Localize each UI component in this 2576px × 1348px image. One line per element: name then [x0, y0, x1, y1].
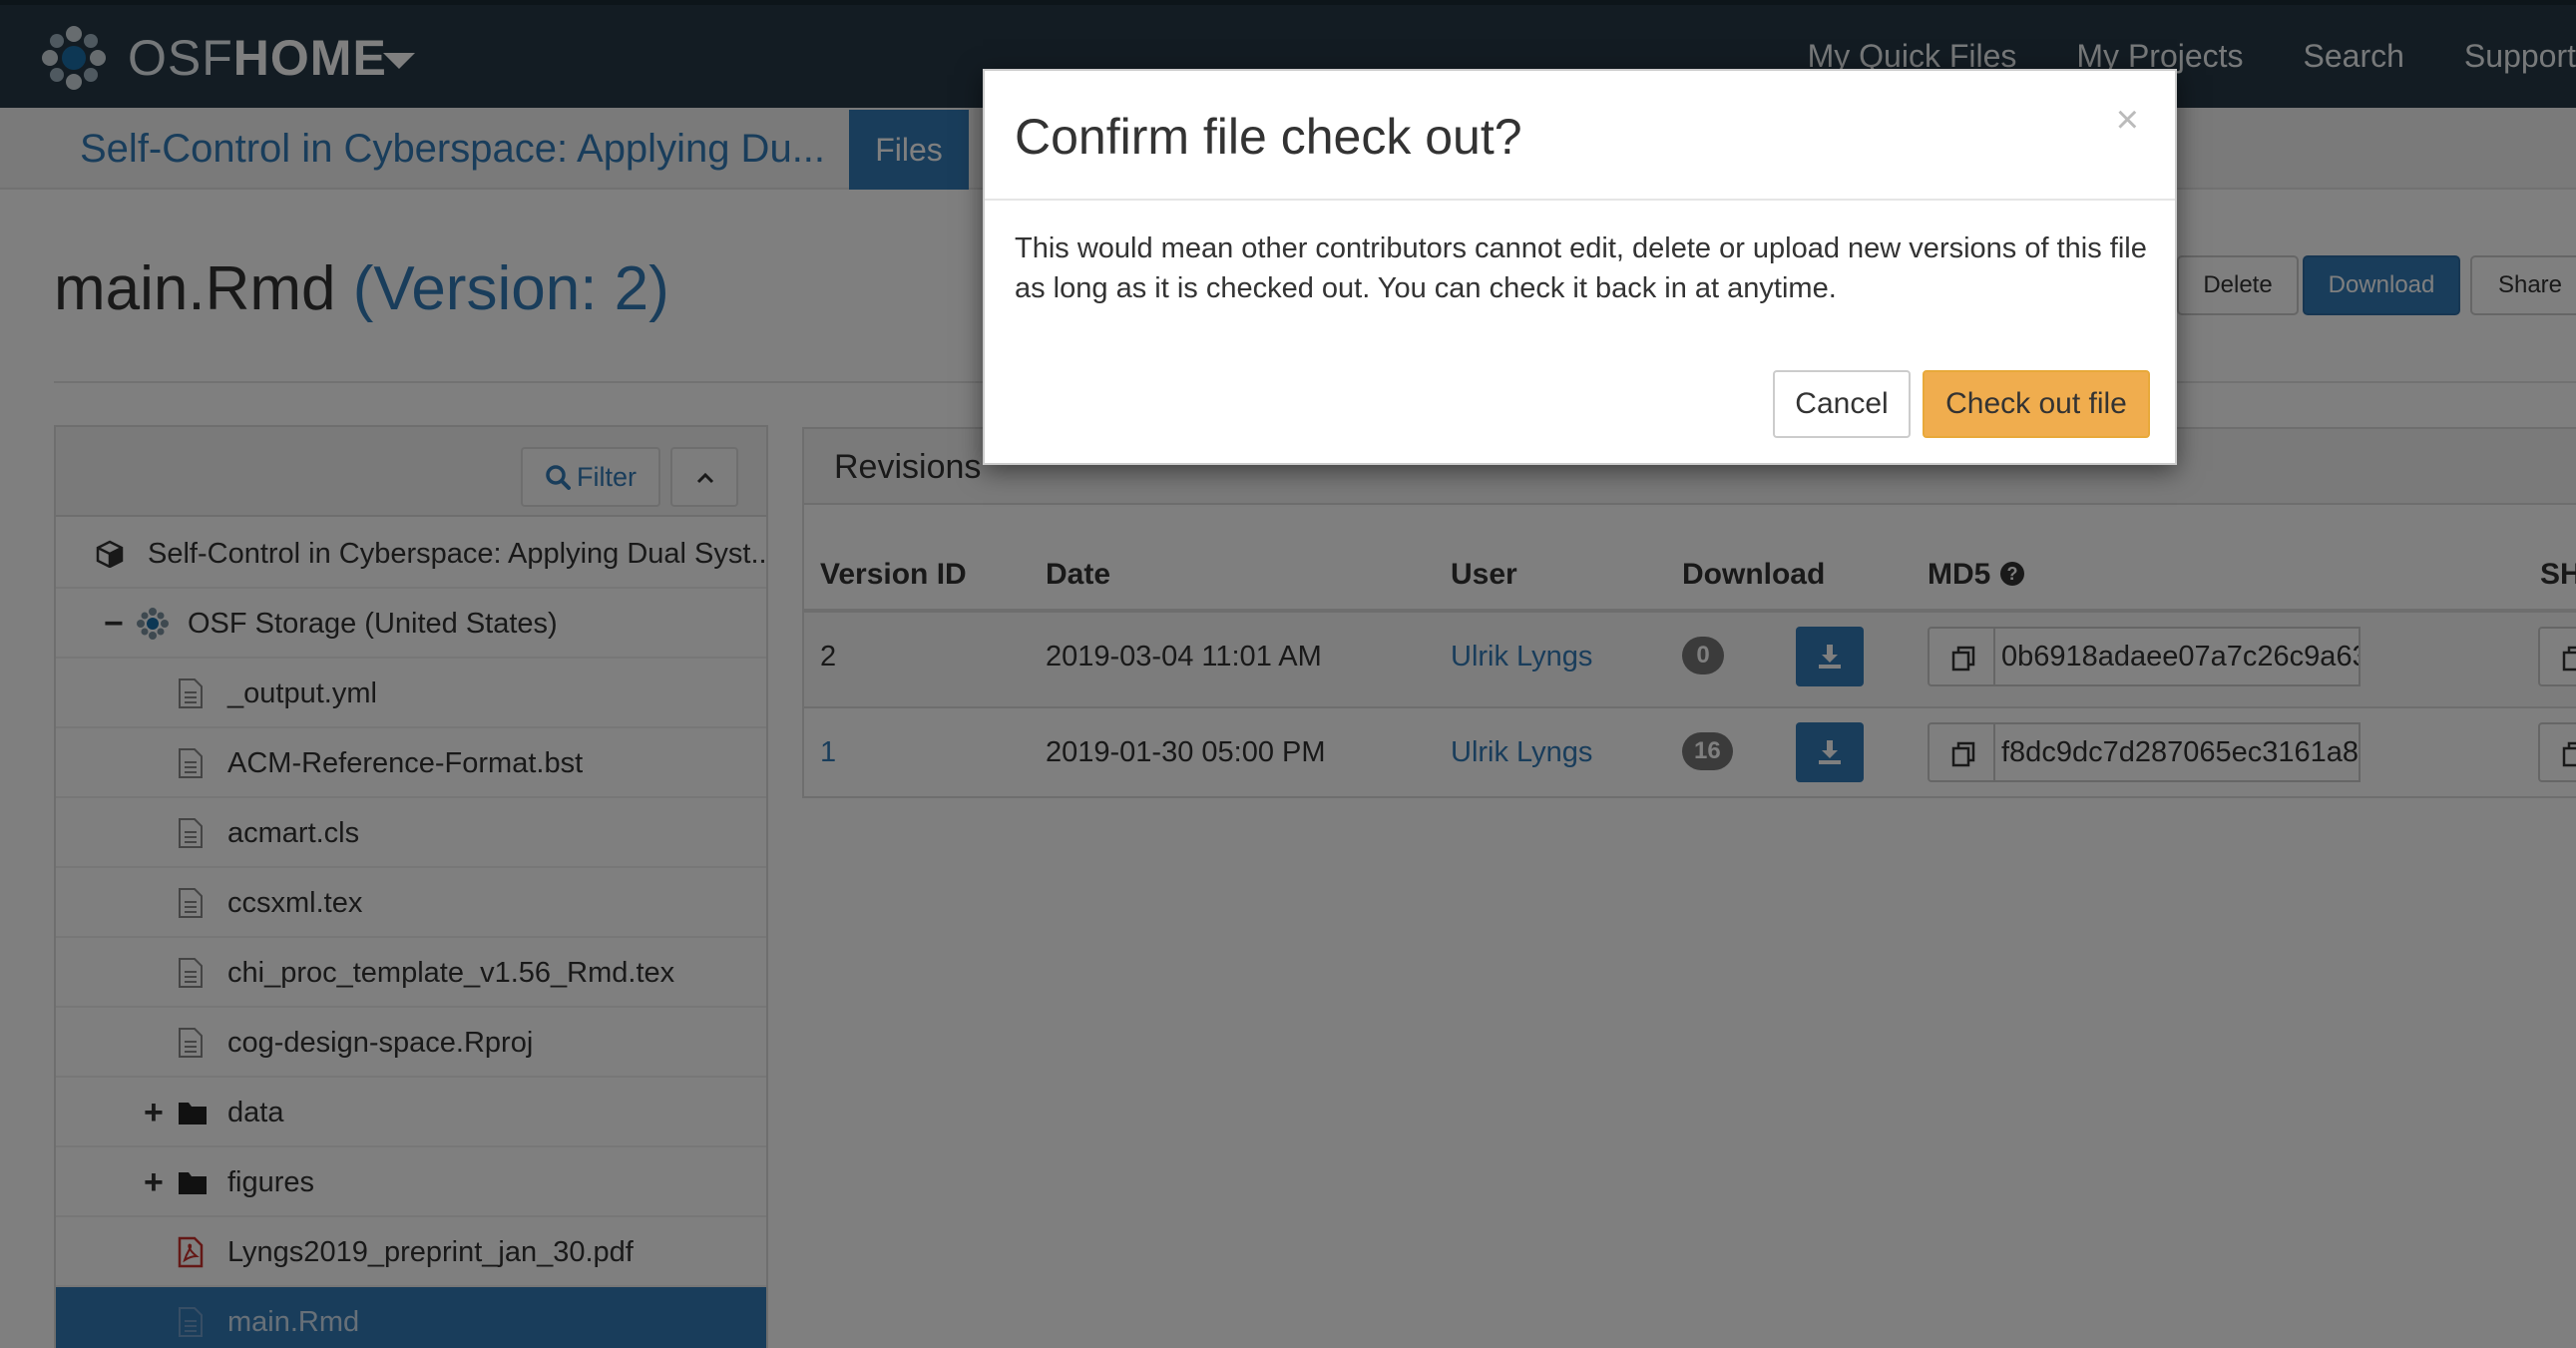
close-icon[interactable]: × — [2116, 95, 2139, 145]
check-out-file-button[interactable]: Check out file — [1923, 370, 2150, 438]
modal-title: Confirm file check out? — [1015, 109, 1522, 165]
modal-header: Confirm file check out? × — [985, 71, 2175, 201]
modal-body-text: This would mean other contributors canno… — [1015, 232, 2147, 304]
cancel-button[interactable]: Cancel — [1773, 370, 1911, 438]
checkout-confirm-dialog: Confirm file check out? × This would mea… — [983, 69, 2177, 465]
